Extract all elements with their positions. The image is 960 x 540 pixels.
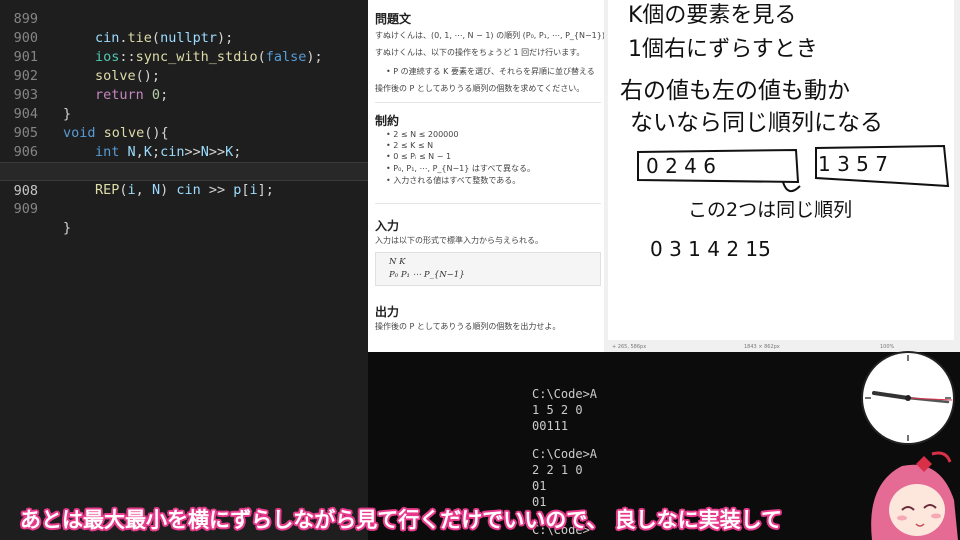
input-format-box: N K P₀ P₁ ⋯ P_{N−1} — [375, 252, 601, 286]
constraint-item: • 入力される値はすべて整数である。 — [386, 176, 521, 185]
problem-statement-panel[interactable]: 問題文 すぬけくんは、(0, 1, ⋯, N − 1) の順列 (P₀, P₁,… — [368, 0, 604, 352]
console-line: C:\Code>A — [532, 387, 598, 401]
output-description: 操作後の P としてありうる順列の個数を出力せよ。 — [375, 322, 561, 331]
constraint-item: • P₀, P₁, ⋯, P_{N−1} はすべて異なる。 — [386, 164, 536, 173]
handwritten-note: ないなら同じ順列になる — [630, 110, 883, 136]
code-line-907[interactable]: 907 REP(i, N) cin >> p[i]; — [0, 143, 368, 198]
constraint-item: • 0 ≤ Pᵢ ≤ N − 1 — [386, 152, 452, 161]
console-line: 2 2 1 0 — [532, 463, 583, 477]
heading-statement: 問題文 — [375, 12, 412, 26]
operation-bullet: • P の連続する K 要素を選び、それらを昇順に並び替える — [386, 67, 595, 76]
code-line-903[interactable]: 903 } — [0, 67, 368, 122]
code-line-906[interactable]: 906 vector<int> p(N); — [0, 124, 368, 179]
code-line-904[interactable]: 904 void solve(){ — [0, 86, 368, 141]
handwritten-note: 右の値も左の値も動か — [620, 78, 850, 104]
constraint-item: • 2 ≤ K ≤ N — [386, 141, 434, 150]
code-line-908-active[interactable]: 908 — [0, 162, 368, 199]
handwritten-note: この2つは同じ順列 — [688, 199, 852, 221]
cursor-position: + 265, 586px — [612, 344, 647, 350]
subtitle-caption: あとは最大最小を横にずらしながら見て行くだけでいいので、 良しなに実装して — [20, 508, 783, 532]
drawing-paper[interactable]: K個の要素を見る 1個右にずらすとき 右の値も左の値も動か ないなら同じ順列にな… — [608, 0, 954, 340]
heading-constraints: 制約 — [375, 114, 400, 128]
console-line: 00111 — [532, 419, 569, 433]
handwritten-note: 1個右にずらすとき — [628, 37, 818, 62]
console-line: 01 — [532, 479, 547, 493]
drawing-canvas[interactable]: K個の要素を見る 1個右にずらすとき 右の値も左の値も動か ないなら同じ順列にな… — [604, 0, 960, 352]
code-line-905[interactable]: 905 int N,K;cin>>N>>K; — [0, 105, 368, 160]
character-avatar — [871, 451, 958, 540]
statement-text-1: すぬけくんは、(0, 1, ⋯, N − 1) の順列 (P₀, P₁, ⋯, … — [375, 31, 604, 40]
code-line-902[interactable]: 902 return 0; — [0, 48, 368, 103]
code-editor[interactable]: 899 cin.tie(nullptr); 900 ios::sync_with… — [0, 0, 368, 352]
heading-input: 入力 — [375, 219, 400, 233]
handwritten-sequence: 0 2 4 6 — [646, 154, 716, 178]
input-format-line-2: P₀ P₁ ⋯ P_{N−1} — [389, 270, 465, 280]
code-line-900[interactable]: 900 ios::sync_with_stdio(false); — [0, 10, 368, 65]
handwritten-sequence: 0 3 1 4 2 15 — [650, 237, 771, 261]
handwriting-svg: K個の要素を見る 1個右にずらすとき 右の値も左の値も動か ないなら同じ順列にな… — [620, 3, 950, 261]
connector-arrow — [782, 181, 801, 193]
divider — [375, 203, 601, 204]
console-line: 1 5 2 0 — [532, 403, 583, 417]
input-format-line-1: N K — [389, 257, 406, 267]
handwritten-sequence: 1 3 5 7 — [818, 152, 888, 176]
code-line-901[interactable]: 901 solve(); — [0, 29, 368, 84]
input-description: 入力は以下の形式で標準入力から与えられる。 — [375, 236, 543, 245]
heading-output: 出力 — [375, 305, 400, 319]
clock-icon — [861, 351, 955, 445]
line-number: 909 — [13, 201, 38, 217]
divider — [375, 102, 601, 103]
statement-text-3: 操作後の P としてありうる順列の個数を求めてください。 — [375, 84, 585, 93]
code-text: } — [63, 220, 72, 236]
code-line-909[interactable]: 909 } — [0, 181, 368, 236]
canvas-size: 1843 × 862px — [744, 344, 780, 350]
handwritten-note: K個の要素を見る — [628, 3, 796, 28]
statement-text-2: すぬけくんは、以下の操作をちょうど 1 回だけ行います。 — [375, 48, 585, 57]
constraint-item: • 2 ≤ N ≤ 200000 — [386, 130, 459, 139]
console-line: C:\Code>A — [532, 447, 598, 461]
code-line-899[interactable]: 899 cin.tie(nullptr); — [0, 0, 368, 46]
